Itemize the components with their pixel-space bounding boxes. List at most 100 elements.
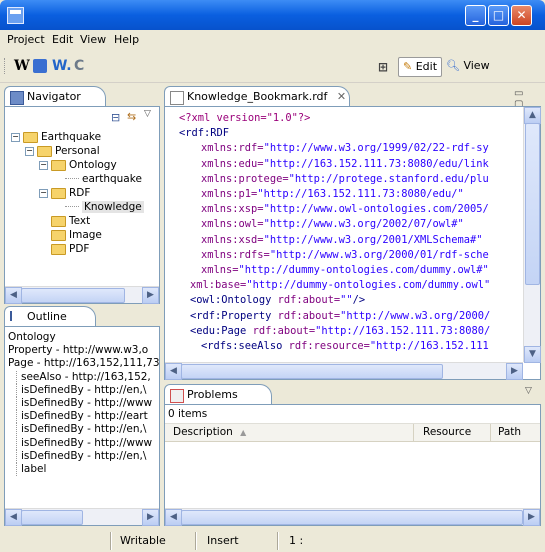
scroll-left-arrow[interactable]: ◀ (5, 287, 22, 304)
word-icon[interactable]: W (14, 58, 30, 74)
outline-item[interactable]: Page - http://163,152,111,73 (8, 357, 160, 370)
menu-bar: Project Edit View Help (0, 30, 545, 50)
scroll-thumb[interactable] (181, 364, 443, 379)
collapse-all-icon[interactable]: ⊟ (111, 111, 120, 124)
scroll-left-arrow[interactable]: ◀ (165, 363, 182, 380)
perspective-view-button[interactable]: 🔍︎ View (446, 57, 490, 75)
tab-outline[interactable]: Outline (4, 306, 96, 327)
problems-hscroll[interactable]: ◀ ▶ (165, 508, 540, 526)
tree-expander-icon[interactable]: − (25, 146, 34, 156)
outline-item[interactable]: isDefinedBy - http://en,\ (16, 423, 146, 437)
folder-icon (23, 131, 38, 143)
code-line: xmlns:p1="http://163.152.111.73:8080/edu… (201, 188, 464, 201)
code-token: <owl:Ontology (190, 294, 278, 307)
tab-problems[interactable]: Problems (164, 384, 272, 405)
folder-icon (37, 145, 52, 157)
view-menu-icon[interactable]: ▽ (525, 386, 532, 396)
outline-item[interactable]: label (16, 463, 46, 476)
tree-item[interactable]: Image (39, 229, 102, 242)
pencil-icon: ✎ (403, 60, 413, 73)
code-token: "http://www.w3.org/2002/07/owl#" (263, 218, 464, 231)
close-button[interactable]: ✕ (511, 5, 532, 26)
editor-vscroll[interactable]: ▲ ▼ (523, 107, 541, 363)
scroll-up-arrow[interactable]: ▲ (524, 107, 541, 124)
toolbar-grip[interactable] (4, 58, 8, 74)
tab-editor-file[interactable]: Knowledge_Bookmark.rdf ✕ (164, 86, 350, 107)
web-icon[interactable]: W. (52, 58, 72, 74)
tree-expander-icon[interactable]: − (39, 160, 48, 170)
scroll-right-arrow[interactable]: ▶ (142, 509, 159, 526)
open-perspective-icon[interactable]: ⊞ (378, 59, 388, 75)
scroll-down-arrow[interactable]: ▼ (524, 346, 541, 363)
scroll-left-arrow[interactable]: ◀ (5, 509, 22, 526)
column-divider[interactable] (490, 424, 491, 441)
status-insert: Insert (207, 534, 239, 547)
menu-view[interactable]: View (80, 33, 106, 46)
scroll-left-arrow[interactable]: ◀ (165, 509, 182, 526)
outline-item[interactable]: seeAlso - http://163,152, (16, 370, 151, 384)
tree-expander-icon[interactable]: − (11, 132, 20, 142)
code-token: "http://www.w3.org/1999/02/22-rdf-sy (263, 142, 489, 155)
tree-item[interactable]: − Earthquake (11, 131, 101, 144)
tree-item-label: Earthquake (41, 131, 102, 143)
tree-item-label: earthquake (82, 173, 142, 185)
tree-item[interactable]: Knowledge (53, 201, 144, 214)
tree-item[interactable]: PDF (39, 243, 89, 256)
column-path[interactable]: Path (498, 426, 521, 438)
view-menu-icon[interactable]: ▽ (144, 109, 151, 119)
close-tab-icon[interactable]: ✕ (337, 90, 346, 103)
outline-item[interactable]: isDefinedBy - http://www (16, 397, 152, 410)
code-token: xmlns:edu= (201, 157, 264, 170)
code-line: xmlns="http://dummy-ontologies.com/dummy… (201, 264, 489, 277)
minimize-button[interactable]: _ (465, 5, 486, 26)
file-icon (170, 91, 184, 105)
tab-navigator[interactable]: Navigator (4, 86, 106, 107)
converter-icon[interactable]: C (74, 58, 84, 74)
problems-count: 0 items (168, 408, 208, 420)
column-divider[interactable] (413, 424, 414, 441)
scroll-thumb[interactable] (21, 288, 125, 303)
tree-item[interactable]: − Personal (25, 145, 100, 158)
tree-item[interactable]: earthquake (53, 173, 142, 186)
toolbar: W W. C ⊞ ✎ Edit 🔍︎ View (0, 50, 545, 83)
tree-item[interactable]: − RDF (39, 187, 90, 200)
editor-hscroll[interactable]: ◀ ▶ (165, 362, 523, 380)
tree-item-label: Knowledge (82, 201, 144, 213)
scroll-right-arrow[interactable]: ▶ (506, 363, 523, 380)
outline-item[interactable]: Ontology (8, 331, 56, 344)
outline-icon (10, 311, 24, 321)
maximize-button[interactable]: □ (488, 5, 509, 26)
tree-expander-icon[interactable]: − (39, 188, 48, 198)
navigator-hscroll[interactable]: ◀ ▶ (5, 286, 159, 304)
column-description[interactable]: Description ▲ (173, 426, 246, 438)
menu-edit[interactable]: Edit (52, 33, 73, 46)
outline-item[interactable]: isDefinedBy - http://en,\ (16, 383, 146, 397)
code-token: "http://protege.stanford.edu/plu (288, 172, 489, 185)
scroll-right-arrow[interactable]: ▶ (523, 509, 540, 526)
navigator-panel: ⊟ ⇆ ▽ − Earthquake − Personal − Ontology earth… (4, 106, 160, 304)
outline-item[interactable]: Property - http://www.w3,o (8, 344, 148, 357)
tree-item[interactable]: − Ontology (39, 159, 117, 172)
perspective-edit-button[interactable]: ✎ Edit (398, 57, 443, 77)
document-icon[interactable] (33, 59, 47, 73)
column-resource[interactable]: Resource (423, 426, 471, 438)
outline-item[interactable]: isDefinedBy - http://en,\ (16, 449, 146, 463)
menu-project[interactable]: Project (7, 33, 45, 46)
app-icon (7, 7, 24, 24)
outline-item[interactable]: isDefinedBy - http://eart (16, 410, 148, 424)
outline-item[interactable]: isDefinedBy - http://www (16, 436, 152, 450)
editor-panel[interactable]: <?xml version="1.0"?> <rdf:RDF xmlns:rdf="… (164, 106, 541, 380)
outline-hscroll[interactable]: ◀ ▶ (5, 508, 159, 526)
scroll-thumb[interactable] (525, 123, 540, 285)
scroll-thumb[interactable] (181, 510, 523, 525)
link-editor-icon[interactable]: ⇆ (127, 110, 136, 123)
code-line: <rdf:RDF (179, 127, 229, 140)
scroll-right-arrow[interactable]: ▶ (142, 287, 159, 304)
tree-item[interactable]: Text (39, 215, 90, 228)
tree-line (65, 178, 79, 180)
code-line: xmlns:xsp="http://www.owl-ontologies.com… (201, 203, 489, 216)
menu-help[interactable]: Help (114, 33, 139, 46)
code-token: rdf:about= (277, 309, 341, 322)
code-line: <rdf:Property rdf:about="http://www.w3.o… (190, 310, 490, 323)
scroll-thumb[interactable] (21, 510, 83, 525)
